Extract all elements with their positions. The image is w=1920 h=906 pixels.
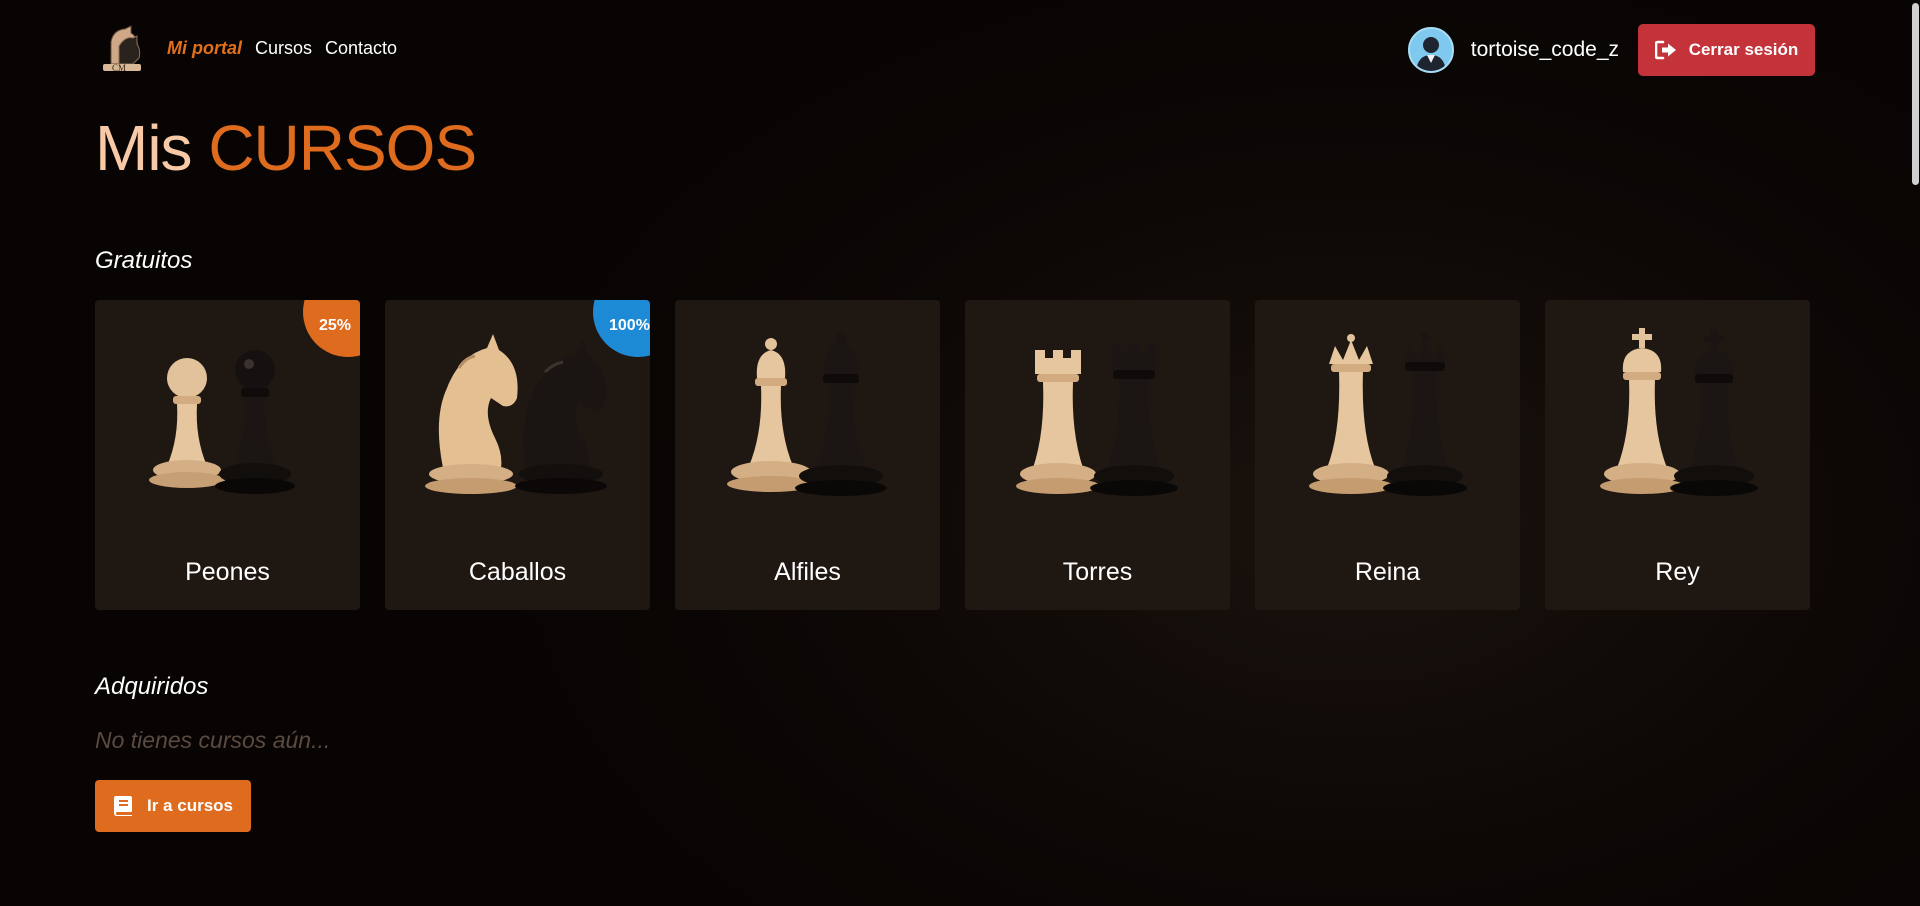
rook-pieces-icon (1016, 344, 1178, 496)
nav-link-contacto[interactable]: Contacto (325, 38, 397, 59)
course-card-peones[interactable]: 25% Peones (95, 300, 360, 610)
avatar[interactable] (1407, 27, 1454, 73)
logout-label: Cerrar sesión (1688, 40, 1799, 59)
username: tortoise_code_z (1470, 38, 1619, 61)
course-card-torres[interactable]: Torres (965, 300, 1230, 610)
nav-link-mi-portal[interactable]: Mi portal (167, 38, 242, 59)
queen-pieces-icon (1309, 332, 1467, 496)
course-card-caballos[interactable]: 100% Caballos (385, 300, 650, 610)
king-pieces-icon (1600, 328, 1758, 496)
course-card-alfiles[interactable]: Alfiles (675, 300, 940, 610)
course-title: Caballos (468, 558, 567, 586)
main-nav: Mi portal Cursos Contacto (167, 38, 397, 59)
book-icon (114, 796, 132, 816)
header: CM Mi portal Cursos Contacto tortoise_co… (95, 0, 1815, 100)
course-title: Alfiles (774, 558, 841, 586)
bishop-pieces-icon (727, 332, 887, 496)
scrollbar[interactable] (1910, 0, 1920, 906)
course-card-reina[interactable]: Reina (1255, 300, 1520, 610)
go-to-courses-button[interactable]: Ir a cursos (95, 780, 251, 832)
nav-link-cursos[interactable]: Cursos (255, 38, 312, 59)
sign-out-icon (1654, 40, 1676, 60)
go-to-courses-label: Ir a cursos (147, 796, 233, 815)
empty-courses-message: No tienes cursos aún... (95, 727, 331, 753)
svg-text:CM: CM (112, 63, 126, 73)
course-title: Peones (185, 558, 270, 586)
section-heading-free: Gratuitos (95, 247, 193, 274)
page-title: Mis CURSOS (95, 112, 477, 184)
course-title: Rey (1655, 558, 1700, 586)
course-title: Reina (1354, 558, 1421, 586)
user-avatar-icon (1415, 37, 1446, 71)
knight-pieces-icon (425, 334, 607, 494)
course-card-rey[interactable]: Rey (1545, 300, 1810, 610)
scrollbar-thumb[interactable] (1912, 3, 1919, 185)
pawn-pieces-icon (149, 350, 295, 494)
section-heading-acquired: Adquiridos (95, 673, 209, 700)
free-courses-list: 25% Peones 100% Caballos Alfiles Torres … (95, 300, 1815, 610)
logo-icon[interactable]: CM (97, 24, 145, 76)
user-area: tortoise_code_z Cerrar sesión (1407, 24, 1815, 76)
logout-button[interactable]: Cerrar sesión (1638, 24, 1815, 76)
course-title: Torres (1062, 558, 1133, 586)
